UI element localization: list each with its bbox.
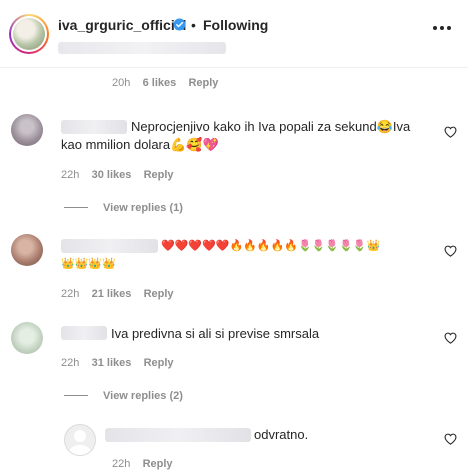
view-replies-line <box>64 395 88 396</box>
reply-avatar-icon[interactable] <box>64 424 96 456</box>
comment-text: Iva predivna si ali si previse smrsala <box>111 326 320 341</box>
blurred-username[interactable] <box>61 120 127 134</box>
emoji-comment: ❤️❤️❤️❤️❤️🔥🔥🔥🔥🔥🌷🌷🌷🌷🌷👑 <box>161 240 381 252</box>
blurred-caption <box>58 42 226 54</box>
reply-button[interactable]: Reply <box>144 169 174 181</box>
comment-time: 22h <box>61 288 80 300</box>
like-heart-icon[interactable] <box>444 126 457 138</box>
following-button[interactable]: Following <box>203 17 268 33</box>
caption-likes[interactable]: 6 likes <box>143 77 177 89</box>
post-header: iva_grguric_official • Following <box>0 0 468 68</box>
comment-meta: 22h 21 likes Reply <box>61 288 174 300</box>
blurred-username[interactable] <box>61 326 107 340</box>
reply-button[interactable]: Reply <box>143 458 173 470</box>
view-replies-button[interactable]: View replies (2) <box>103 390 183 402</box>
username-link[interactable]: iva_grguric_official <box>58 17 186 33</box>
view-replies-line <box>64 207 88 208</box>
like-heart-icon[interactable] <box>444 332 457 344</box>
reply-time: 22h <box>112 458 131 470</box>
blurred-username[interactable] <box>61 239 158 253</box>
verified-badge-icon <box>173 18 186 31</box>
reply-button[interactable]: Reply <box>144 357 174 369</box>
comment-meta: 22h 30 likes Reply <box>61 169 174 181</box>
reply-text: odvratno. <box>254 427 309 442</box>
comment-avatar[interactable] <box>11 322 43 354</box>
blurred-username[interactable] <box>105 428 251 442</box>
view-replies-button[interactable]: View replies (1) <box>103 202 183 214</box>
separator-dot: • <box>191 17 196 33</box>
comment-likes[interactable]: 30 likes <box>92 169 132 181</box>
caption-reply-button[interactable]: Reply <box>188 77 218 89</box>
comment-time: 22h <box>61 169 80 181</box>
like-heart-icon[interactable] <box>444 433 457 445</box>
comment-text: kao mmilion dolara💪🥰💖 <box>61 137 219 152</box>
emoji-comment: 👑👑👑👑 <box>61 258 116 270</box>
comment-avatar[interactable] <box>11 234 43 266</box>
comment-likes[interactable]: 21 likes <box>92 288 132 300</box>
comment-likes[interactable]: 31 likes <box>92 357 132 369</box>
caption-meta: 20h 6 likes Reply <box>112 77 218 89</box>
like-heart-icon[interactable] <box>444 245 457 257</box>
reply-meta: 22h Reply <box>112 458 173 470</box>
comment-text: Neprocjenjivo kako ih Iva popali za seku… <box>131 119 411 134</box>
more-options-icon[interactable] <box>433 26 451 32</box>
comment-meta: 22h 31 likes Reply <box>61 357 174 369</box>
comment-time: 22h <box>61 357 80 369</box>
caption-time: 20h <box>112 77 131 89</box>
reply-button[interactable]: Reply <box>144 288 174 300</box>
comment-avatar[interactable] <box>11 114 43 146</box>
profile-avatar[interactable] <box>9 14 49 54</box>
